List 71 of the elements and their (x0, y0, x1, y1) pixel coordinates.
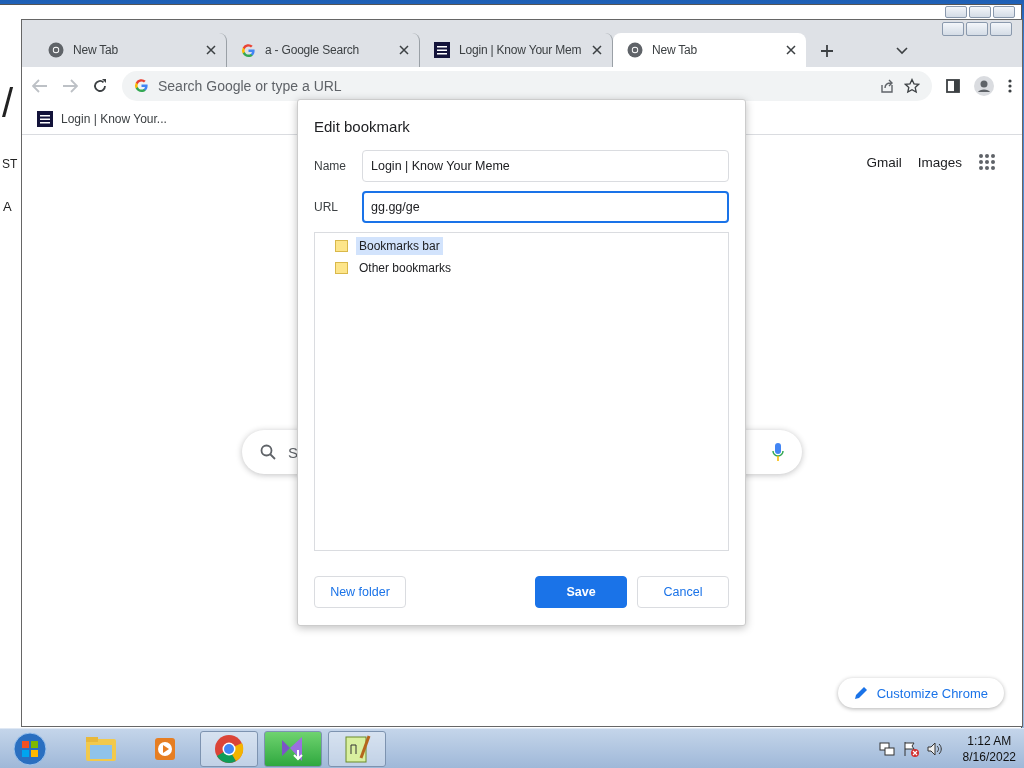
folder-item[interactable]: Bookmarks bar (356, 237, 443, 255)
browser-tab[interactable]: New Tab (613, 33, 806, 67)
network-icon[interactable] (878, 740, 895, 757)
new-tab-icon[interactable] (820, 44, 834, 58)
flag-error-icon[interactable] (902, 740, 919, 757)
tab-title: a - Google Search (265, 43, 360, 57)
close-icon[interactable] (786, 45, 796, 55)
site-logo-icon (434, 42, 450, 58)
site-logo-icon (37, 111, 53, 127)
browser-tab[interactable]: New Tab (34, 33, 227, 67)
browser-tab[interactable]: Login | Know Your Mem (420, 33, 613, 67)
clock[interactable]: 1:12 AM 8/16/2022 (962, 733, 1016, 764)
save-button[interactable]: Save (535, 576, 627, 608)
reload-icon[interactable] (92, 77, 108, 94)
chrome-icon (48, 42, 64, 58)
chrome-icon (627, 42, 643, 58)
page-text: A (3, 199, 12, 214)
chrome-icon[interactable] (214, 733, 244, 764)
page-text: / (2, 81, 14, 126)
text-field[interactable]: Login | Know Your Meme (362, 150, 729, 182)
close-icon[interactable] (592, 45, 602, 55)
tab-title: New Tab (652, 43, 699, 57)
search-icon (260, 444, 276, 460)
dialog-button[interactable]: Cancel (637, 576, 729, 608)
dialog-title: Edit bookmark (314, 118, 411, 135)
apps-grid-icon[interactable] (978, 153, 996, 171)
clock-time: 1:12 AM (967, 733, 1012, 748)
google-icon (241, 42, 256, 58)
share-icon[interactable] (879, 77, 895, 94)
forward-icon[interactable] (62, 78, 78, 93)
menu-icon[interactable] (1008, 78, 1012, 93)
tab-title: New Tab (73, 43, 120, 57)
taskbar-button[interactable] (200, 730, 258, 767)
maximize-button[interactable] (969, 6, 991, 18)
close-icon[interactable] (206, 45, 216, 55)
field-label: Name (314, 159, 347, 173)
star-icon[interactable] (904, 77, 920, 94)
field-label: URL (314, 200, 339, 214)
customize-button[interactable]: Customize Chrome (837, 678, 1004, 708)
clock-date: 8/16/2022 (962, 749, 1016, 764)
google-icon (134, 78, 149, 93)
maximize-button[interactable] (966, 22, 988, 36)
profile-icon[interactable] (974, 75, 994, 96)
address-bar[interactable]: Search Google or type a URL (122, 70, 932, 101)
dialog-button[interactable]: New folder (314, 576, 406, 608)
folder-icon (335, 240, 348, 252)
side-panel-icon[interactable] (946, 78, 960, 93)
microphone-icon[interactable] (772, 443, 784, 461)
pencil-icon (853, 686, 868, 700)
header-link[interactable]: Gmail (866, 154, 902, 170)
notepad-icon[interactable] (343, 733, 371, 764)
bookmark-link[interactable]: Login | Know Your... (61, 112, 167, 126)
folder-item[interactable]: Other bookmarks (356, 259, 455, 277)
address-placeholder: Search Google or type a URL (158, 77, 342, 94)
close-icon[interactable] (399, 45, 409, 55)
chevron-down-icon[interactable] (896, 47, 908, 55)
page-text: ST (2, 157, 18, 171)
speaker-icon[interactable] (926, 740, 943, 757)
taskbar-button[interactable] (328, 730, 386, 767)
header-link[interactable]: Images (917, 154, 962, 170)
tab-title: Login | Know Your Mem (459, 43, 583, 57)
taskbar-button[interactable] (264, 730, 322, 767)
text-field[interactable]: gg.gg/ge (362, 191, 729, 223)
minimize-button[interactable] (942, 22, 964, 36)
search-placeholder: S (288, 443, 298, 461)
close-button[interactable] (990, 22, 1012, 36)
browser-tab[interactable]: a - Google Search (227, 33, 420, 67)
minimize-button[interactable] (945, 6, 967, 18)
back-icon[interactable] (32, 78, 48, 93)
close-button[interactable] (993, 6, 1015, 18)
folder-icon (335, 262, 348, 274)
